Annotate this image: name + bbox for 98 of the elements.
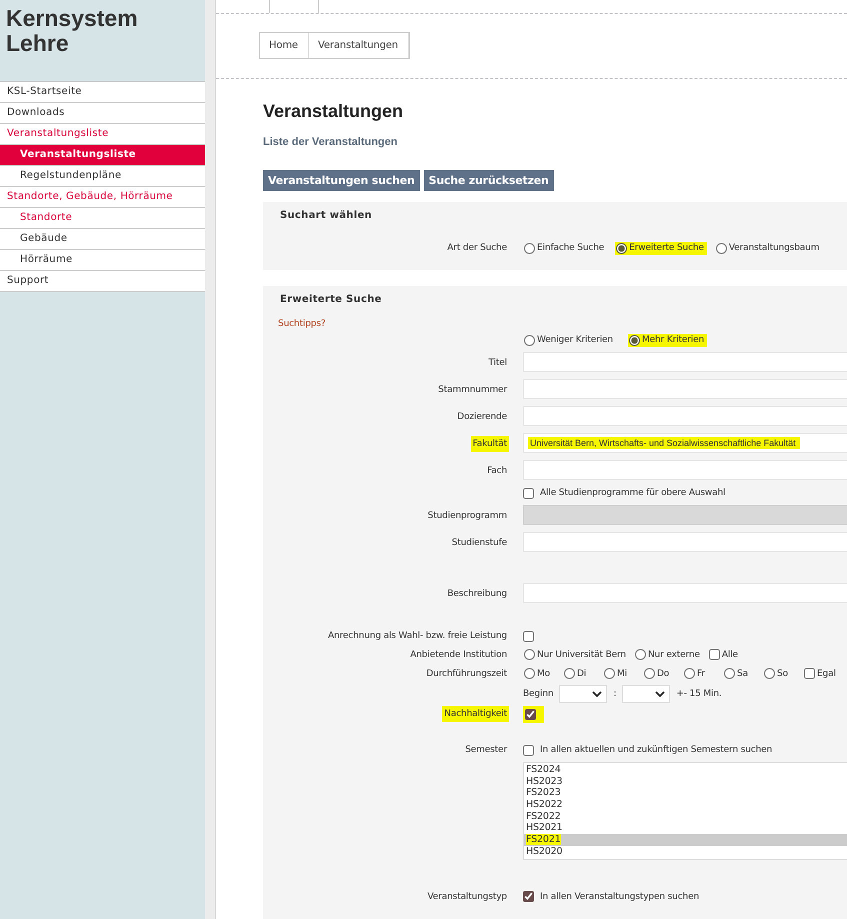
field-label: Semester: [464, 744, 508, 757]
nav-item[interactable]: Veranstaltungsliste: [0, 145, 205, 166]
nav-item[interactable]: Hörräume: [0, 250, 205, 271]
list-option[interactable]: HS2022: [524, 799, 847, 811]
text-field[interactable]: [523, 532, 847, 552]
list-option[interactable]: FS2024: [524, 764, 847, 776]
radio-button[interactable]: [604, 668, 615, 679]
field-label: Anbietende Institution: [409, 648, 508, 662]
nav-item[interactable]: Regelstundenpläne: [0, 166, 205, 187]
radio-button[interactable]: [524, 242, 535, 254]
list-option[interactable]: HS2021: [524, 822, 847, 834]
radio-button[interactable]: [524, 649, 535, 660]
radio-option[interactable]: Veranstaltungsbaum: [714, 242, 822, 254]
field-label: Studienprogramm: [426, 510, 508, 522]
field-label: Art der Suche: [446, 242, 508, 255]
text-field[interactable]: [523, 406, 847, 426]
nav-item[interactable]: Standorte: [0, 208, 205, 229]
radio-button[interactable]: [716, 242, 727, 254]
text-field[interactable]: [523, 352, 847, 372]
checkbox[interactable]: [523, 891, 534, 902]
option[interactable]: Sa: [723, 667, 758, 680]
option[interactable]: Nur Universität Bern: [523, 648, 629, 661]
checkbox[interactable]: [523, 744, 534, 756]
action-button[interactable]: Veranstaltungen suchen: [263, 170, 420, 191]
nav-item[interactable]: Standorte, Gebäude, Hörräume: [0, 187, 205, 208]
text-field[interactable]: Universität Bern, Wirtschafts- und Sozialwissenschaftliche Fakultät: [523, 433, 847, 453]
tolerance-text: +- 15 Min.: [676, 689, 722, 699]
list-option[interactable]: FS2023: [524, 787, 847, 800]
checkbox-label: Alle Studienprogramme für obere Auswahl: [540, 488, 726, 498]
option[interactable]: So: [763, 667, 798, 680]
panel-legend: Suchart wählen: [263, 210, 847, 221]
chevron-down-icon: [655, 691, 666, 697]
option[interactable]: Alle: [708, 648, 743, 661]
action-button[interactable]: Suche zurücksetzen: [424, 170, 554, 191]
breadcrumb-link[interactable]: Veranstaltungen: [308, 33, 409, 58]
radio-button[interactable]: [764, 668, 775, 679]
radio-button[interactable]: [564, 668, 575, 679]
list-option[interactable]: HS2023: [524, 776, 847, 788]
checkbox[interactable]: [523, 488, 534, 498]
field-label: Durchführungszeit: [425, 668, 508, 680]
semester-listbox[interactable]: FS2024 HS2023 FS2023 HS2022 FS2022 HS2021 FS2021 HS2020: [523, 762, 847, 860]
nav-item[interactable]: Downloads: [0, 103, 205, 124]
field-label: Beschreibung: [446, 588, 508, 600]
checkbox[interactable]: [523, 630, 534, 642]
help-link[interactable]: Suchtipps?: [263, 319, 847, 329]
breadcrumb-link[interactable]: Home: [260, 33, 309, 58]
text-field[interactable]: [523, 379, 847, 399]
radio-button[interactable]: [644, 668, 655, 679]
radio-button[interactable]: [616, 242, 628, 254]
radio-button[interactable]: [634, 649, 646, 660]
text-field[interactable]: [523, 460, 847, 480]
option[interactable]: Fr: [683, 667, 718, 680]
hour-select[interactable]: [559, 685, 608, 703]
radio-option[interactable]: Einfache Suche: [523, 242, 608, 254]
field-label: Beginn: [523, 689, 554, 699]
panel-legend: Erweiterte Suche: [263, 294, 847, 305]
option[interactable]: Mi: [603, 667, 638, 680]
checkbox[interactable]: [804, 668, 815, 679]
option[interactable]: Nur externe: [634, 648, 703, 661]
option[interactable]: Mo: [523, 667, 558, 680]
time-separator: :: [613, 689, 616, 699]
field-label: Veranstaltungstyp: [426, 890, 508, 904]
option[interactable]: Di: [563, 667, 598, 680]
radio-option[interactable]: Erweiterte Suche: [615, 242, 707, 254]
checkbox-label: In allen Veranstaltungstypen suchen: [540, 892, 700, 902]
page-title: Veranstaltungen: [263, 101, 404, 122]
field-label: Titel: [487, 356, 508, 370]
nav-item[interactable]: Gebäude: [0, 229, 205, 250]
field-label: Stammnummer: [437, 384, 508, 396]
radio-option[interactable]: Weniger Kriterien: [523, 334, 616, 346]
radio-button[interactable]: [629, 334, 640, 346]
radio-button[interactable]: [684, 668, 695, 679]
radio-button[interactable]: [724, 668, 735, 679]
minute-select[interactable]: [622, 685, 670, 703]
list-option[interactable]: HS2020: [524, 846, 847, 858]
checkbox[interactable]: [525, 708, 536, 720]
radio-button[interactable]: [524, 334, 535, 346]
nav-item[interactable]: KSL-Startseite: [0, 82, 205, 103]
list-option[interactable]: FS2021: [524, 834, 847, 846]
checkbox[interactable]: [708, 649, 720, 660]
list-option[interactable]: FS2022: [524, 810, 847, 822]
radio-button[interactable]: [524, 668, 535, 679]
field-label: Fach: [486, 464, 508, 478]
nav-item[interactable]: Support: [0, 271, 205, 292]
option[interactable]: Egal: [803, 667, 839, 680]
text-field[interactable]: [523, 583, 847, 603]
site-title: Kernsystem Lehre: [5, 4, 139, 58]
field-label: Fakultät: [470, 436, 509, 452]
field-label: Studienstufe: [450, 536, 508, 550]
chevron-down-icon: [592, 691, 602, 697]
field-label: Dozierende: [456, 410, 508, 424]
radio-option[interactable]: Mehr Kriterien: [628, 334, 708, 346]
checkbox-label: In allen aktuellen und zukünftigen Semestern suchen: [540, 745, 772, 755]
page-subtitle: Liste der Veranstaltungen: [263, 136, 398, 148]
field-label: Nachhaltigkeit: [442, 706, 509, 722]
field-label: Anrechnung als Wahl- bzw. freie Leistung: [327, 630, 508, 643]
field-value: Universität Bern, Wirtschafts- und Sozialwissenschaftliche Fakultät: [528, 437, 800, 449]
option[interactable]: Do: [643, 667, 678, 680]
